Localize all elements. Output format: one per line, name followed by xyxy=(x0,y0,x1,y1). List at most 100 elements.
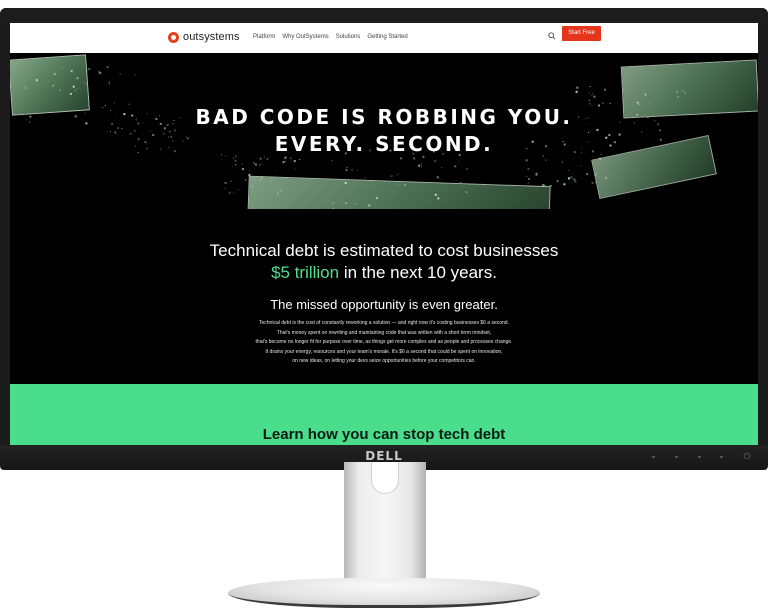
particle xyxy=(259,163,261,165)
particle xyxy=(586,173,589,175)
stand-cable-hole xyxy=(371,462,399,494)
particle xyxy=(605,176,607,179)
particle xyxy=(134,74,136,76)
particle xyxy=(609,102,611,104)
technical-debt-section: Technical debt is estimated to cost busi… xyxy=(10,209,758,384)
monitor-button[interactable] xyxy=(720,456,723,458)
monitor-button[interactable] xyxy=(698,456,701,458)
search-icon[interactable] xyxy=(548,32,556,40)
particle xyxy=(74,89,77,92)
particle xyxy=(262,163,264,165)
particle xyxy=(22,82,25,85)
logo-icon xyxy=(168,31,179,43)
particle xyxy=(465,191,468,194)
particle xyxy=(248,173,251,176)
particle xyxy=(543,184,546,187)
particle xyxy=(434,193,437,196)
particle xyxy=(83,81,85,83)
particle xyxy=(69,92,72,95)
particle xyxy=(403,184,406,186)
particle xyxy=(567,170,569,171)
particle xyxy=(568,177,570,180)
particle xyxy=(269,156,271,158)
hero-banner: BAD CODE IS ROBBING YOU. EVERY. SECOND. xyxy=(10,53,758,209)
particle xyxy=(290,157,292,159)
particle xyxy=(332,202,335,205)
particle xyxy=(397,173,399,175)
particle xyxy=(589,86,591,88)
particle xyxy=(108,81,110,83)
particle xyxy=(235,164,237,166)
outsystems-logo[interactable]: outsystems xyxy=(168,31,240,43)
particle xyxy=(592,93,594,95)
monitor-button[interactable] xyxy=(675,456,678,458)
particle xyxy=(232,192,234,194)
particle xyxy=(87,69,89,71)
monitor-button[interactable] xyxy=(652,456,655,458)
particle xyxy=(364,183,365,185)
particle xyxy=(526,176,528,178)
particle xyxy=(454,165,457,168)
particle xyxy=(106,66,109,69)
particle xyxy=(610,174,612,176)
particle xyxy=(346,166,348,168)
particle xyxy=(640,85,641,87)
nav-link-solutions[interactable]: Solutions xyxy=(336,34,361,40)
particle xyxy=(549,185,552,187)
particle xyxy=(331,159,333,161)
particle xyxy=(26,79,28,81)
particle xyxy=(390,175,393,178)
particle xyxy=(580,165,582,166)
particle xyxy=(676,90,679,93)
particle xyxy=(251,175,253,177)
particle xyxy=(437,194,439,196)
particle xyxy=(588,92,590,93)
particle xyxy=(376,197,379,200)
nav-link-getting-started[interactable]: Getting Started xyxy=(367,34,407,40)
particle xyxy=(62,67,63,69)
particle xyxy=(604,88,607,91)
particle xyxy=(24,86,27,89)
power-icon[interactable]: ⏻ xyxy=(742,451,752,461)
cta-title: Learn how you can stop tech debt xyxy=(262,426,506,443)
particle xyxy=(684,91,686,94)
particle xyxy=(573,178,576,181)
nav-link-platform[interactable]: Platform xyxy=(253,34,275,40)
hero-title-line-2: EVERY. SECOND. xyxy=(274,132,494,156)
particle xyxy=(594,173,597,176)
particle xyxy=(400,157,403,160)
particle xyxy=(570,176,573,179)
headline-line-1: Technical debt is estimated to cost busi… xyxy=(209,241,559,260)
start-free-button[interactable]: Start Free xyxy=(562,26,601,41)
particle xyxy=(270,180,273,182)
particle xyxy=(602,102,604,104)
particle xyxy=(356,170,358,171)
particle xyxy=(556,180,559,183)
particle xyxy=(224,188,226,190)
particle xyxy=(458,161,460,163)
particle xyxy=(88,68,91,71)
particle xyxy=(459,181,462,184)
particle xyxy=(266,158,269,161)
paragraph-line: on new ideas, on letting your devs seize… xyxy=(292,358,476,364)
particle xyxy=(596,128,599,131)
particle xyxy=(276,192,279,195)
particle xyxy=(275,169,277,171)
particle xyxy=(259,157,262,160)
particle xyxy=(611,160,613,162)
nav-link-why-outsystems[interactable]: Why OutSystems xyxy=(282,34,328,40)
particle xyxy=(575,90,578,93)
particle xyxy=(63,98,65,100)
particle xyxy=(422,155,425,158)
cta-section: Learn how you can stop tech debt xyxy=(10,384,758,445)
particle xyxy=(259,164,261,166)
headline-highlight: $5 trillion xyxy=(271,263,340,282)
particle xyxy=(436,176,439,179)
particle xyxy=(53,73,56,76)
particle xyxy=(592,156,594,158)
subheadline: The missed opportunity is even greater. xyxy=(270,297,498,312)
particle xyxy=(649,101,651,103)
particle xyxy=(241,168,244,171)
particle xyxy=(28,74,30,76)
monitor-bezel-top xyxy=(0,8,768,23)
